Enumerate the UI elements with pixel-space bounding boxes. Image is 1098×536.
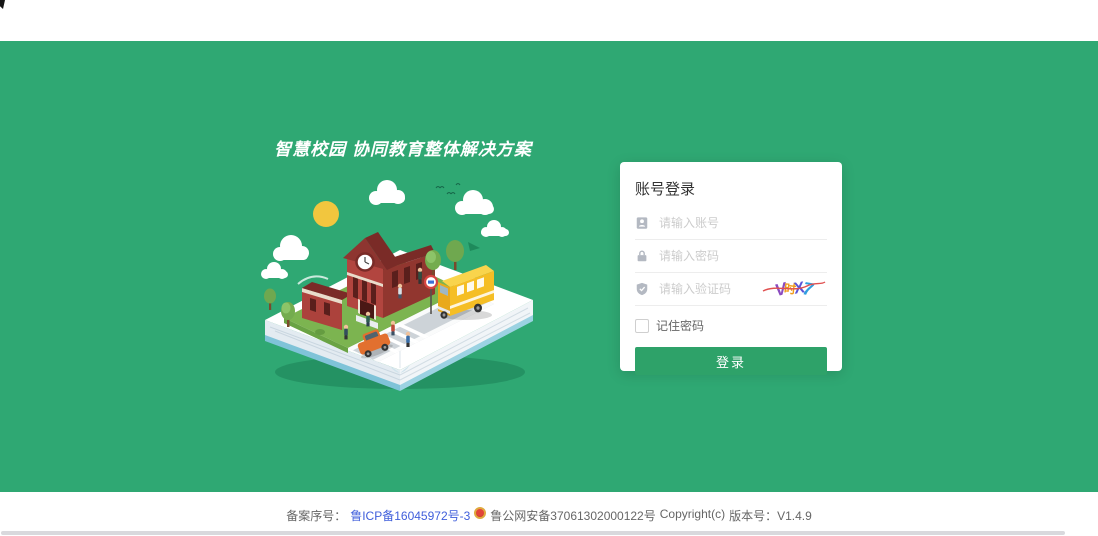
- top-bar: [0, 0, 1098, 41]
- captcha-field-row: V 时 X 7: [635, 273, 827, 306]
- captcha-char: 7: [802, 279, 815, 298]
- copyright-text: Copyright(c): [660, 507, 725, 521]
- account-icon: [635, 216, 649, 230]
- illustration-sun: [313, 201, 339, 227]
- login-card: 账号登录 V 时 X: [620, 162, 842, 371]
- footer: 备案序号： 鲁ICP备16045972号-3 鲁公网安备370613020001…: [0, 492, 1098, 532]
- public-security-badge-icon: [474, 507, 486, 519]
- shield-icon: [635, 282, 649, 296]
- password-input[interactable]: [657, 248, 827, 264]
- record-prefix: 备案序号：: [286, 507, 346, 524]
- lock-icon: [635, 249, 649, 263]
- login-button[interactable]: 登录: [635, 347, 827, 375]
- illustration-birds: [436, 184, 460, 195]
- hero-headline: 智慧校园 协同教育整体解决方案: [238, 135, 568, 160]
- police-record-text: 鲁公网安备37061302000122号: [490, 507, 655, 524]
- version-text: 版本号：V1.4.9: [729, 507, 812, 524]
- account-input[interactable]: [657, 215, 827, 231]
- login-title: 账号登录: [635, 178, 827, 199]
- horizontal-scrollbar-thumb[interactable]: [1, 531, 1065, 535]
- hero-section: 智慧校园 协同教育整体解决方案: [0, 41, 1098, 492]
- corner-artifact: [0, 0, 5, 9]
- icp-link[interactable]: 鲁ICP备16045972号-3: [350, 507, 470, 524]
- remember-checkbox[interactable]: [635, 319, 649, 333]
- captcha-input[interactable]: [657, 281, 761, 297]
- remember-password-row: 记住密码: [635, 317, 827, 334]
- password-field-row: [635, 240, 827, 273]
- campus-illustration: [250, 172, 550, 402]
- account-field-row: [635, 207, 827, 240]
- illustration-paper-plane: [468, 242, 480, 251]
- captcha-image[interactable]: V 时 X 7: [761, 276, 827, 302]
- remember-label[interactable]: 记住密码: [656, 317, 704, 334]
